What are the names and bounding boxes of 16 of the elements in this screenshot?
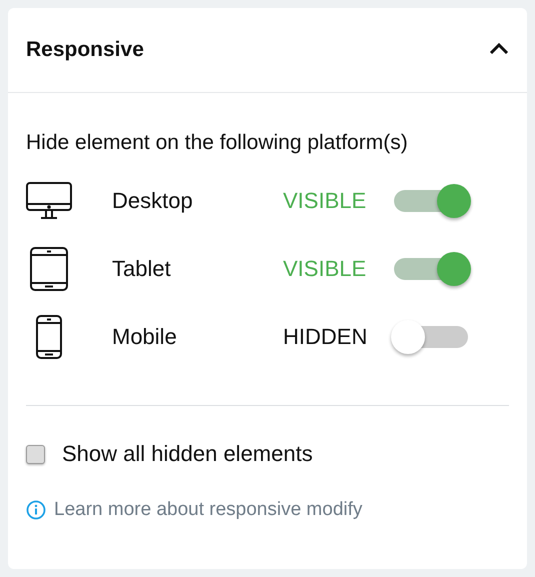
platform-label: Desktop xyxy=(112,188,194,214)
learn-more-link[interactable]: Learn more about responsive modify xyxy=(54,499,362,521)
checkbox[interactable] xyxy=(26,444,45,464)
platform-label: Mobile xyxy=(112,324,178,350)
monitor-icon xyxy=(26,182,72,220)
chevron-up-icon[interactable] xyxy=(489,42,509,54)
checkbox-label: Show all hidden elements xyxy=(62,441,313,467)
visibility-status: VISIBLE xyxy=(283,188,368,214)
section-description: Hide element on the following platform(s) xyxy=(26,131,409,155)
platform-label: Tablet xyxy=(112,256,172,282)
panel-title: Responsive xyxy=(26,38,144,62)
tablet-icon xyxy=(30,247,68,291)
visibility-status: VISIBLE xyxy=(283,256,368,282)
phone-icon xyxy=(36,315,62,359)
info-icon xyxy=(26,500,46,520)
visibility-status: HIDDEN xyxy=(283,324,368,350)
